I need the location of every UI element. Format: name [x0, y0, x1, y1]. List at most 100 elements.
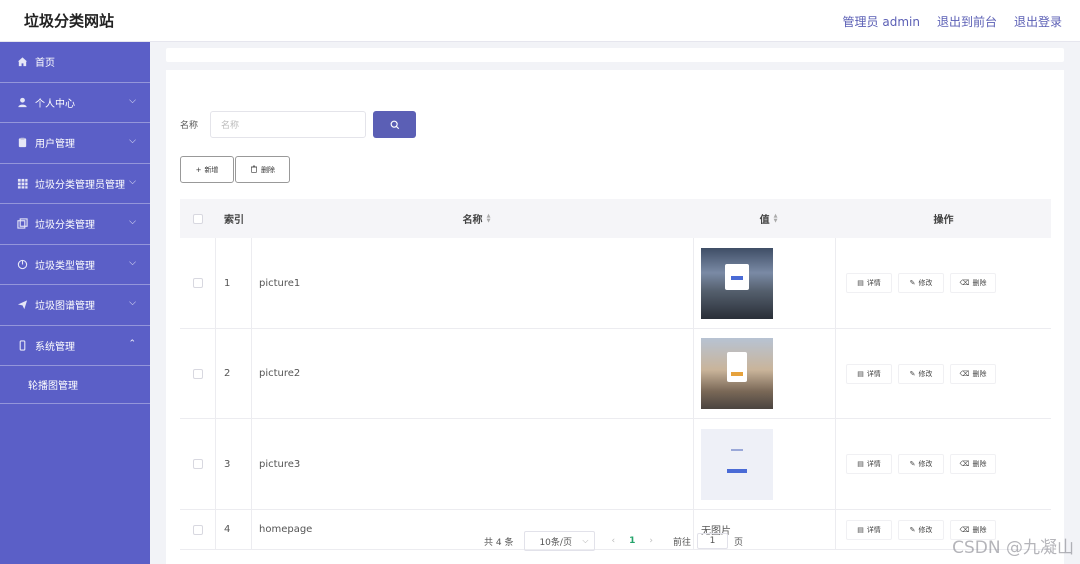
trash-icon: ⌫	[959, 460, 970, 468]
trash-icon: ⌫	[959, 279, 970, 287]
header-ops-label: 操作	[933, 215, 954, 226]
detail-button[interactable]: ▤ 详情	[846, 363, 892, 384]
user-icon	[16, 96, 28, 108]
detail-button[interactable]: ▤ 详情	[846, 273, 892, 293]
delete-button[interactable]: ⌫ 删除	[950, 454, 996, 474]
row-checkbox-cell	[180, 510, 216, 549]
detail-label: 详情	[866, 460, 881, 468]
sidebar-item-graph-management[interactable]: 垃圾图谱管理 ⌵	[0, 285, 150, 326]
table-header: 索引 名称 ▲ ▼ 值 ▲ ▼ 操作	[180, 199, 1051, 238]
header-name[interactable]: 名称 ▲ ▼	[252, 211, 694, 226]
detail-icon: ▤	[857, 369, 864, 378]
sidebar-item-carousel-management[interactable]: 轮播图管理	[0, 366, 150, 404]
row-checkbox[interactable]	[192, 278, 203, 288]
chevron-down-icon: ⌵	[129, 176, 136, 187]
copy-icon	[16, 218, 28, 230]
goto-page-value: 1	[709, 536, 716, 546]
back-to-front-link[interactable]: 退出到前台	[937, 13, 997, 30]
sidebar-item-classifier-admin[interactable]: 垃圾分类管理员管理 ⌵	[0, 164, 150, 204]
sidebar-item-label: 个人中心	[35, 98, 75, 110]
goto-page-input[interactable]: 1	[696, 533, 728, 549]
row-value	[694, 238, 836, 328]
thumbnail-image[interactable]	[701, 247, 773, 319]
prev-page-icon[interactable]: ‹	[611, 536, 615, 546]
sidebar-item-personal-center[interactable]: 个人中心 ⌵	[0, 83, 150, 123]
logout-link[interactable]: 退出登录	[1014, 13, 1062, 30]
table-row: 3 picture3 ▤ 详情 ✎ 修改 ⌫ 删除	[180, 419, 1051, 510]
row-name: picture2	[252, 329, 694, 418]
edit-button[interactable]: ✎ 修改	[898, 363, 944, 384]
chevron-down-icon: ⌵	[129, 95, 136, 106]
edit-label: 修改	[918, 279, 933, 287]
home-icon	[16, 56, 28, 68]
delete-label: 删除	[972, 369, 987, 378]
sidebar-item-system-management[interactable]: 系统管理 ⌃	[0, 326, 150, 366]
search-icon	[390, 115, 400, 134]
top-header: 垃圾分类网站 管理员 admin 退出到前台 退出登录	[0, 0, 1080, 42]
detail-button[interactable]: ▤ 详情	[846, 519, 892, 540]
row-ops: ▤ 详情 ✎ 修改 ⌫ 删除	[836, 419, 1051, 509]
select-all-checkbox[interactable]	[193, 213, 203, 224]
send-icon	[16, 299, 28, 311]
delete-button[interactable]: ⌫ 删除	[950, 273, 996, 293]
row-checkbox[interactable]	[192, 459, 203, 469]
pagination: 共 4 条 10条/页 ⌵ ‹ 1 › 前往 1 页	[484, 531, 743, 551]
sidebar-item-classification-management[interactable]: 垃圾分类管理 ⌵	[0, 204, 150, 245]
delete-label: 删除	[972, 460, 987, 468]
header-value[interactable]: 值 ▲ ▼	[694, 211, 836, 226]
sidebar-item-user-management[interactable]: 用户管理 ⌵	[0, 123, 150, 164]
site-title: 垃圾分类网站	[24, 12, 115, 30]
header-name-label: 名称	[462, 215, 483, 226]
thumbnail-image[interactable]	[701, 428, 773, 500]
row-checkbox[interactable]	[192, 524, 203, 535]
detail-icon: ▤	[857, 460, 864, 468]
edit-button[interactable]: ✎ 修改	[898, 454, 944, 474]
row-index: 1	[216, 238, 252, 328]
search-label: 名称	[180, 121, 199, 131]
sidebar: 首页 个人中心 ⌵ 用户管理 ⌵ 垃圾分类管理员管理 ⌵ 垃圾分类管理 ⌵ 垃圾…	[0, 42, 150, 564]
edit-icon: ✎	[909, 369, 916, 378]
row-checkbox-cell	[180, 238, 216, 328]
page-size-select[interactable]: 10条/页 ⌵	[524, 531, 596, 551]
detail-label: 详情	[866, 525, 881, 534]
delete-button[interactable]: ⌫ 删除	[950, 363, 996, 384]
header-value-label: 值	[759, 215, 770, 226]
detail-button[interactable]: ▤ 详情	[846, 454, 892, 474]
phone-icon	[16, 339, 28, 351]
main-content: 名称 名称 + 新增 删除 索引 名称 ▲ ▼ 值 ▲ ▼ 操作 1 pictu…	[150, 42, 1080, 564]
row-index: 3	[216, 419, 252, 509]
admin-label[interactable]: 管理员 admin	[843, 13, 920, 30]
edit-label: 修改	[918, 525, 933, 534]
current-page[interactable]: 1	[629, 536, 635, 546]
sort-icon[interactable]: ▲ ▼	[487, 213, 491, 224]
row-value	[694, 329, 836, 418]
pagination-total: 共 4 条	[484, 537, 514, 548]
next-page-icon[interactable]: ›	[649, 536, 653, 546]
row-value	[694, 419, 836, 509]
sort-icon[interactable]: ▲ ▼	[774, 213, 778, 224]
sidebar-item-label: 用户管理	[35, 139, 75, 151]
header-ops: 操作	[836, 211, 1051, 226]
row-checkbox[interactable]	[192, 368, 203, 379]
edit-button[interactable]: ✎ 修改	[898, 519, 944, 540]
sidebar-item-label: 系统管理	[35, 341, 75, 353]
sidebar-item-type-management[interactable]: 垃圾类型管理 ⌵	[0, 245, 150, 285]
edit-button[interactable]: ✎ 修改	[898, 273, 944, 293]
sidebar-item-home[interactable]: 首页	[0, 42, 150, 83]
row-ops: ▤ 详情 ✎ 修改 ⌫ 删除	[836, 238, 1051, 328]
edit-icon: ✎	[909, 279, 916, 287]
edit-icon: ✎	[909, 460, 916, 468]
chevron-down-icon: ⌵	[129, 136, 136, 146]
batch-delete-button[interactable]: 删除	[235, 156, 290, 183]
search-button[interactable]	[373, 111, 416, 138]
grid-icon	[16, 177, 28, 189]
detail-label: 详情	[866, 279, 881, 287]
delete-button-label: 删除	[261, 165, 275, 174]
header-checkbox-cell	[180, 213, 216, 224]
chevron-up-icon: ⌃	[128, 338, 136, 349]
add-button[interactable]: + 新增	[180, 156, 234, 183]
search-input[interactable]: 名称	[210, 111, 366, 138]
thumbnail-image[interactable]	[701, 338, 773, 409]
edit-label: 修改	[918, 369, 933, 378]
chevron-down-icon: ⌵	[129, 298, 136, 308]
